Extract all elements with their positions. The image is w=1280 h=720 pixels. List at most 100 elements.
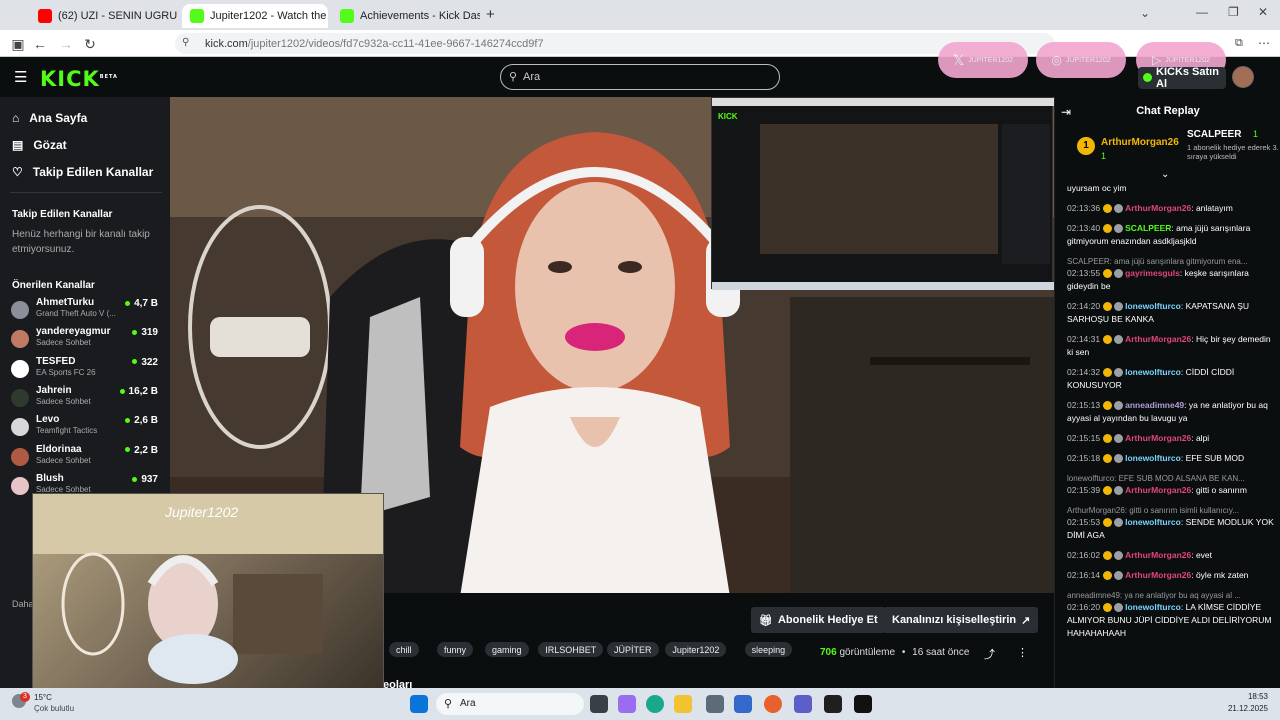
channel-category: Sadece Sohbet bbox=[36, 338, 91, 348]
sidebar-item-home[interactable]: ⌂ Ana Sayfa bbox=[12, 111, 87, 125]
message-username[interactable]: gayrimesguls bbox=[1125, 268, 1180, 278]
tag-chip[interactable]: Jupiter1202 bbox=[665, 642, 727, 657]
windows-start-icon[interactable] bbox=[410, 695, 428, 713]
share-icon[interactable]: ⤴ bbox=[984, 646, 995, 662]
tag-chip[interactable]: funny bbox=[437, 642, 474, 657]
outlook-icon[interactable] bbox=[734, 695, 752, 713]
buy-kicks-button[interactable]: KICKs Satın Al bbox=[1138, 66, 1226, 90]
channel-name: AhmetTurku bbox=[36, 297, 95, 308]
tag-chip[interactable]: gaming bbox=[485, 642, 529, 657]
chat-message: 02:15:18 lonewolfturco: EFE SUB MOD bbox=[1067, 453, 1245, 464]
channel-viewers: 319 bbox=[132, 327, 158, 338]
message-username[interactable]: ArthurMorgan26 bbox=[1125, 485, 1191, 495]
firefox-icon[interactable] bbox=[764, 695, 782, 713]
task-view-icon[interactable] bbox=[590, 695, 608, 713]
subscriber-badge-icon bbox=[1103, 454, 1113, 464]
channel-avatar bbox=[11, 359, 29, 378]
browser-tab[interactable]: Achievements - Kick Dashboard bbox=[332, 4, 480, 28]
message-username[interactable]: ArthurMorgan26 bbox=[1125, 570, 1191, 580]
message-username[interactable]: lonewolfturco bbox=[1125, 517, 1181, 527]
message-username[interactable]: ArthurMorgan26 bbox=[1125, 334, 1191, 344]
viewer-count: 2,2 B bbox=[134, 444, 158, 456]
message-username[interactable]: SCALPEER bbox=[1125, 223, 1171, 233]
message-username[interactable]: ArthurMorgan26 bbox=[1125, 433, 1191, 443]
instagram-social-button[interactable]: ◎ JUPITER1202 bbox=[1036, 42, 1126, 78]
app-icon[interactable] bbox=[824, 695, 842, 713]
channel-name: Blush bbox=[36, 472, 64, 484]
tab-list-icon[interactable]: ⌄ bbox=[1140, 6, 1150, 20]
leader-count: 1 bbox=[1253, 129, 1259, 139]
overlay-video-thumb bbox=[760, 124, 998, 254]
leader-user[interactable]: ArthurMorgan26 bbox=[1101, 137, 1179, 148]
expand-icon[interactable]: ⌄ bbox=[1161, 169, 1169, 180]
user-avatar[interactable] bbox=[1232, 66, 1254, 88]
message-username[interactable]: lonewolfturco bbox=[1125, 453, 1181, 463]
message-username[interactable]: lonewolfturco bbox=[1125, 367, 1181, 377]
sidebar-channel[interactable]: yandereyagmur Sadece Sohbet 319 bbox=[11, 326, 161, 354]
sidebar-toggle-icon[interactable]: ▣ bbox=[8, 34, 28, 54]
taskbar-search[interactable]: ⚲ Ara bbox=[436, 693, 584, 715]
copilot-icon[interactable] bbox=[618, 695, 636, 713]
browser-tab[interactable]: (62) UZI - SENIN UGRUNA FT M bbox=[30, 4, 178, 28]
file-explorer-icon[interactable] bbox=[674, 695, 692, 713]
sidebar-channel[interactable]: Eldorinaa Sadece Sohbet 2,2 B bbox=[11, 444, 161, 472]
forward-icon[interactable]: → bbox=[56, 34, 76, 54]
message-text: alpi bbox=[1195, 433, 1210, 443]
search-input[interactable]: ⚲ Ara bbox=[500, 64, 780, 90]
tag-chip[interactable]: sleeping bbox=[744, 642, 793, 657]
sidebar-item-browse[interactable]: ▤ Gözat bbox=[12, 138, 67, 152]
show-more-link[interactable]: Daha bbox=[12, 599, 34, 609]
chat-panel: ⇥ Chat Replay 1 ArthurMorgan26 1 SCALPEE… bbox=[1054, 97, 1280, 688]
tag-chip[interactable]: IRLSOHBET bbox=[538, 642, 604, 657]
menu-icon[interactable]: ⋯ bbox=[1258, 36, 1270, 50]
viewer-count: 4,7 B bbox=[134, 298, 158, 309]
x-social-button[interactable]: 𝕏 JUPITER1202 bbox=[938, 42, 1028, 78]
message-username[interactable]: lonewolfturco bbox=[1125, 602, 1181, 612]
close-window-icon[interactable]: ✕ bbox=[1258, 5, 1268, 19]
url-field[interactable]: kick.com/jupiter1202/videos/fd7c932a-cc1… bbox=[175, 33, 1055, 54]
social-label: JUPITER1202 bbox=[1165, 56, 1210, 64]
subscriber-badge-icon bbox=[1103, 486, 1113, 496]
customize-channel-button[interactable]: Kanalınızı kişiselleştirin ↗ bbox=[884, 607, 1039, 633]
hamburger-menu-icon[interactable]: ☰ bbox=[14, 68, 27, 86]
teams-icon[interactable] bbox=[794, 695, 812, 713]
new-tab-button[interactable]: + bbox=[486, 6, 495, 23]
message-username[interactable]: ArthurMorgan26 bbox=[1125, 203, 1191, 213]
sidebar-channel[interactable]: TESFED EA Sports FC 26 322 bbox=[11, 356, 161, 384]
message-username[interactable]: lonewolfturco bbox=[1125, 301, 1181, 311]
sidebar-channel[interactable]: Jahrein Sadece Sohbet 16,2 B bbox=[11, 385, 161, 413]
gift-subscription-button[interactable]: 🎁︎ Abonelik Hediye Et bbox=[751, 607, 886, 633]
subscriber-badge-icon bbox=[1103, 603, 1113, 613]
store-icon[interactable] bbox=[706, 695, 724, 713]
overlay-browser-bar bbox=[712, 98, 1054, 106]
sidebar-channel[interactable]: Levo Teamfight Tactics 2,6 B bbox=[11, 414, 161, 442]
chat-message: 02:13:55 gayrimesguls: keşke sarışınlara … bbox=[1067, 268, 1249, 291]
extensions-icon[interactable]: ⧉ bbox=[1235, 37, 1243, 50]
message-username[interactable]: ArthurMorgan26 bbox=[1125, 550, 1191, 560]
more-options-icon[interactable]: ⋮ bbox=[1017, 646, 1028, 659]
channel-avatar bbox=[11, 301, 29, 319]
edge-icon[interactable] bbox=[646, 695, 664, 713]
maximize-icon[interactable]: ❐ bbox=[1228, 5, 1239, 19]
message-username[interactable]: anneadimne49 bbox=[1125, 400, 1184, 410]
message-time: 02:15:15 bbox=[1067, 433, 1101, 443]
tag-chip[interactable]: chill bbox=[389, 642, 419, 657]
kick-logo[interactable]: KICKBETA bbox=[40, 67, 118, 91]
sidebar-item-following[interactable]: ♡ Takip Edilen Kanallar bbox=[12, 165, 153, 179]
minimize-icon[interactable]: — bbox=[1196, 5, 1208, 19]
reload-icon[interactable]: ↻ bbox=[80, 34, 100, 54]
channel-viewers: 2,6 B bbox=[125, 415, 158, 426]
browser-tab-active[interactable]: Jupiter1202 - Watch the VO ✕ bbox=[182, 4, 328, 28]
leader-user[interactable]: SCALPEER bbox=[1187, 129, 1241, 140]
weather-desc: Çok bulutlu bbox=[34, 704, 75, 713]
site-info-icon[interactable]: ⚲ bbox=[182, 37, 189, 48]
back-icon[interactable]: ← bbox=[30, 34, 50, 54]
tag-chip[interactable]: JÜPİTER bbox=[607, 642, 659, 657]
sidebar-channel[interactable]: AhmetTurku Grand Theft Auto V (... 4,7 B bbox=[11, 297, 161, 325]
kick-app-icon[interactable] bbox=[854, 695, 872, 713]
browser-tab-bar: (62) UZI - SENIN UGRUNA FT M Jupiter1202… bbox=[0, 0, 1280, 30]
viewer-count: 2,6 B bbox=[134, 415, 158, 427]
pip-video[interactable]: Jupiter1202 bbox=[32, 493, 384, 690]
followed-heading: Takip Edilen Kanallar bbox=[12, 209, 113, 220]
chat-message: 02:15:39 ArthurMorgan26: gitti o sanırım bbox=[1067, 485, 1247, 496]
